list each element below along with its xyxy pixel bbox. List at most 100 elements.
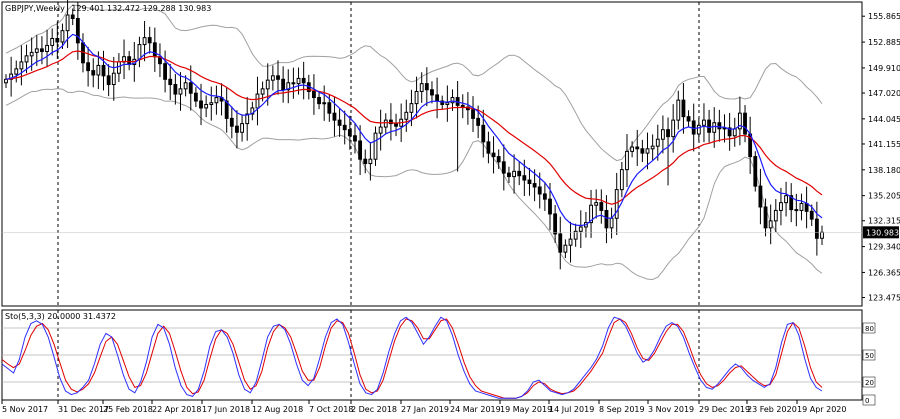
stochastic-tick-label: 80	[865, 325, 874, 333]
bear-candle-body	[758, 185, 763, 208]
bear-candle-body	[640, 148, 645, 154]
bear-candle-body	[435, 94, 440, 102]
bull-candle-body	[322, 102, 327, 105]
bear-candle-body	[527, 179, 532, 185]
bear-candle-body	[70, 14, 75, 20]
time-tick-label: 3 Nov 2019	[648, 405, 694, 414]
bull-candle-body	[34, 48, 39, 53]
time-tick-label: 31 Dec 2017	[58, 405, 109, 414]
bull-candle-body	[240, 123, 244, 133]
bull-candle-body	[255, 93, 260, 109]
price-tick-label: 149.910	[868, 64, 900, 73]
bear-candle-body	[55, 37, 60, 43]
bull-candle-body	[204, 103, 209, 109]
bear-candle-body	[337, 119, 342, 126]
bull-candle-body	[650, 145, 655, 150]
bear-candle-body	[635, 146, 640, 150]
bull-candle-body	[142, 37, 147, 46]
bull-candle-body	[368, 158, 373, 165]
bull-candle-body	[4, 78, 8, 84]
bull-candle-body	[373, 132, 378, 160]
bear-candle-body	[86, 62, 91, 72]
time-tick-label: 5 Nov 2017	[2, 405, 48, 414]
bull-candle-body	[50, 37, 55, 46]
price-tick-label: 123.475	[868, 294, 900, 303]
bear-candle-body	[476, 117, 481, 126]
bear-candle-body	[342, 124, 347, 131]
bear-candle-body	[147, 37, 152, 44]
bull-candle-body	[619, 169, 624, 191]
time-tick-label: 27 Jan 2019	[401, 405, 449, 414]
bear-candle-body	[424, 83, 429, 91]
bull-candle-body	[378, 126, 383, 134]
time-tick-label: 23 Feb 2020	[747, 405, 797, 414]
time-tick-label: 19 Apr 2020	[797, 405, 846, 414]
current-price-label: 130.983	[866, 228, 899, 237]
bear-candle-body	[814, 218, 819, 239]
bear-candle-body	[91, 70, 96, 76]
price-tick-label: 129.340	[868, 243, 900, 252]
bear-candle-body	[522, 175, 527, 181]
bear-candle-body	[276, 75, 280, 80]
bull-candle-body	[116, 61, 121, 74]
bear-candle-body	[358, 140, 363, 160]
bear-candle-body	[604, 209, 609, 229]
bear-candle-body	[804, 203, 809, 212]
bear-candle-body	[507, 172, 511, 178]
bear-candle-body	[481, 124, 486, 143]
bear-candle-body	[542, 193, 547, 200]
bull-candle-body	[265, 79, 270, 90]
bear-candle-body	[193, 92, 198, 102]
bull-candle-body	[183, 82, 188, 90]
bear-candle-body	[691, 120, 696, 135]
bull-candle-body	[24, 55, 29, 63]
bear-candle-body	[168, 78, 173, 86]
bear-candle-body	[281, 78, 286, 91]
price-tick-label: 126.365	[868, 268, 900, 277]
bull-candle-body	[799, 203, 804, 211]
bull-candle-body	[450, 97, 455, 104]
candle	[753, 151, 758, 192]
bear-candle-body	[101, 64, 106, 77]
bear-candle-body	[486, 141, 491, 154]
bear-candle-body	[199, 100, 203, 109]
bear-candle-body	[681, 99, 686, 118]
bull-candle-body	[779, 202, 783, 211]
bear-candle-body	[743, 112, 747, 135]
bull-candle-body	[111, 72, 116, 86]
bear-candle-body	[312, 90, 316, 99]
bull-candle-body	[512, 170, 516, 178]
bull-candle-body	[19, 61, 24, 70]
bull-candle-body	[296, 77, 301, 85]
price-tick-label: 152.885	[868, 38, 900, 47]
bear-candle-body	[686, 116, 691, 122]
bull-candle-body	[60, 30, 65, 43]
price-tick-label: 141.155	[868, 140, 900, 149]
price-tick-label: 155.865	[868, 12, 900, 21]
bear-candle-body	[229, 117, 234, 127]
bull-candle-body	[178, 88, 183, 95]
price-tick-label: 135.205	[868, 192, 900, 201]
bear-candle-body	[353, 135, 357, 142]
bear-candle-body	[163, 63, 168, 80]
bull-candle-body	[14, 68, 19, 75]
stochastic-tick-label: 50	[865, 352, 874, 360]
bull-candle-body	[404, 111, 409, 120]
bull-candle-body	[645, 148, 650, 154]
bear-candle-body	[501, 161, 506, 174]
bear-candle-body	[558, 233, 563, 253]
time-tick-label: 14 Jul 2019	[549, 405, 594, 414]
bull-candle-body	[660, 129, 665, 140]
bull-candle-body	[671, 119, 676, 138]
bull-candle-body	[563, 244, 568, 253]
price-chart[interactable]: 155.865 152.885 149.910 147.020 144.045 141.1…	[0, 0, 900, 419]
stochastic-tick-label: 20	[865, 379, 874, 387]
time-tick-label: 24 Mar 2019	[450, 405, 501, 414]
ohlc-readout: 129.401 132.472 129.288 130.983	[71, 4, 211, 13]
bear-candle-body	[707, 119, 712, 133]
time-tick-label: 7 Oct 2018	[309, 405, 353, 414]
time-tick-label: 25 Feb 2018	[103, 405, 153, 414]
bear-candle-body	[548, 198, 552, 215]
bear-candle-body	[106, 75, 111, 86]
time-tick-label: 29 Dec 2019	[699, 405, 750, 414]
